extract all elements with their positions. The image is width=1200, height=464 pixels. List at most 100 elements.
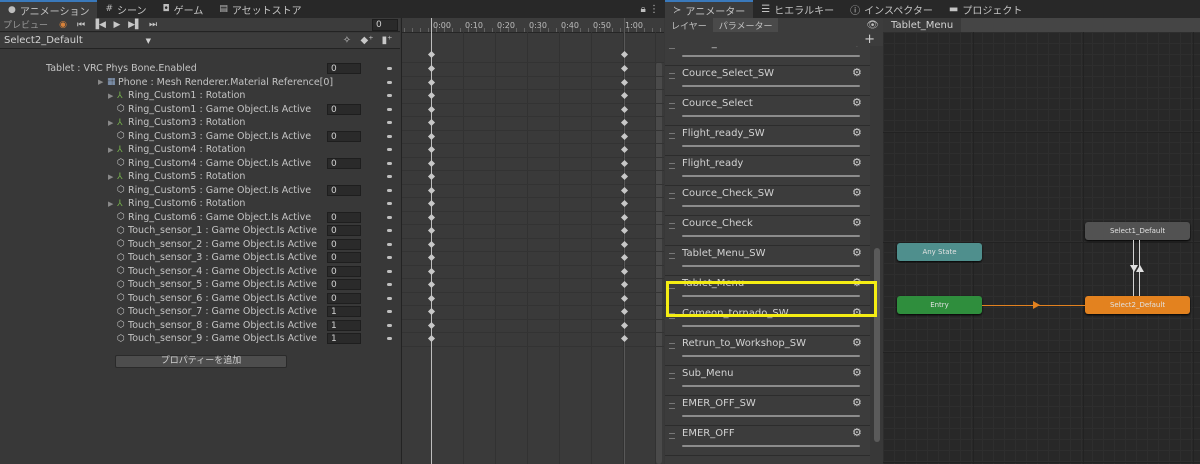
keyframe-options-icon[interactable] [387, 148, 392, 151]
keyframe[interactable] [620, 105, 629, 113]
keyframe[interactable] [427, 280, 436, 289]
tab-animator[interactable]: ≻ アニメーター [665, 0, 754, 18]
property-value-field[interactable]: 0 [327, 252, 361, 263]
keyframe[interactable] [427, 213, 436, 221]
first-frame-icon[interactable]: ⏮ [72, 18, 90, 32]
keyframe-options-icon[interactable] [387, 121, 392, 124]
property-row[interactable]: Tablet : VRC Phys Bone.Enabled [0, 62, 446, 76]
keyframe-options-icon[interactable] [387, 188, 392, 192]
keyframe[interactable] [620, 321, 629, 329]
keyframe-options-icon[interactable] [387, 242, 392, 246]
parameter-value-bar[interactable] [682, 145, 860, 147]
drag-handle-icon[interactable] [669, 103, 675, 109]
expand-arrow-icon[interactable]: ▶ [108, 92, 117, 100]
keyframe[interactable] [427, 172, 436, 181]
parameter-value-bar[interactable] [682, 445, 860, 447]
gear-icon[interactable]: ⚙ [852, 366, 862, 379]
expand-arrow-icon[interactable]: ▶ [108, 173, 117, 181]
drag-handle-icon[interactable] [669, 46, 675, 49]
keyframe-options-icon[interactable] [387, 283, 392, 286]
property-value-field[interactable]: 0 [327, 211, 361, 223]
property-value-field[interactable]: 0 [327, 130, 361, 142]
property-value-field[interactable]: 0 [327, 184, 361, 196]
parameter-value-bar[interactable] [682, 385, 860, 387]
property-value-field[interactable]: 0 [327, 103, 361, 115]
property-value-field[interactable]: 0 [327, 225, 361, 236]
entry-node[interactable]: Entry [897, 296, 982, 314]
keyframe[interactable] [427, 267, 436, 275]
expand-arrow-icon[interactable]: ▶ [108, 119, 117, 127]
keyframe[interactable] [427, 145, 436, 154]
next-frame-icon[interactable]: ▶▌ [126, 18, 144, 32]
any-state-node[interactable]: Any State [897, 243, 982, 261]
parameter-value-bar[interactable] [682, 325, 860, 327]
keyframe[interactable] [427, 50, 436, 59]
keyframe-options-icon[interactable] [387, 215, 392, 219]
tab-layers[interactable]: レイヤー [665, 18, 713, 32]
record-icon[interactable]: ◉ [54, 18, 72, 32]
gear-icon[interactable]: ⚙ [852, 96, 862, 109]
tab-project[interactable]: ▬ プロジェクト [941, 0, 1030, 18]
keyframe-options-icon[interactable] [387, 310, 392, 313]
keyframe-options-icon[interactable] [387, 202, 392, 205]
tab-inspector[interactable]: ⓘ インスペクター [842, 0, 941, 18]
parameter-item[interactable]: EMER_OFF ⚙ [665, 426, 870, 456]
parameter-item[interactable]: Tablet_Menu_SW ⚙ [665, 246, 870, 276]
drag-handle-icon[interactable] [669, 433, 675, 439]
parameter-value-bar[interactable] [682, 175, 860, 177]
breadcrumb-layer[interactable]: Tablet_Menu [883, 18, 962, 32]
keyframe[interactable] [620, 159, 629, 167]
keyframe-options-icon[interactable] [387, 80, 392, 84]
dopesheet-timeline[interactable]: 0:00 0:10 0:20 0:30 0:40 0:50 1:00 [401, 18, 664, 464]
play-icon[interactable]: ▶ [108, 18, 126, 32]
keyframe[interactable] [427, 226, 436, 235]
keyframe-options-icon[interactable] [387, 337, 392, 340]
parameter-value-bar[interactable] [682, 115, 860, 117]
property-value-field[interactable]: 0 [327, 265, 361, 277]
timeline-scrollbar[interactable] [656, 62, 662, 464]
tab-asset-store[interactable]: ▤ アセットストア [211, 0, 309, 18]
add-property-button[interactable]: プロパティーを追加 [115, 355, 287, 368]
drag-handle-icon[interactable] [669, 373, 675, 379]
property-value-field[interactable]: 0 [327, 157, 361, 169]
property-value-field[interactable]: 0 [327, 279, 361, 290]
property-value-field[interactable]: 1 [327, 306, 361, 317]
parameter-value-bar[interactable] [682, 235, 860, 237]
parameter-item[interactable]: Tablet_Touch ⚙ [665, 46, 870, 66]
keyframe-options-icon[interactable] [387, 175, 392, 178]
keyframe[interactable] [427, 307, 436, 316]
add-parameter-button[interactable]: + [864, 32, 875, 47]
expand-arrow-icon[interactable]: ▶ [98, 78, 107, 86]
clip-dropdown[interactable]: Select2_Default ▼ [0, 34, 155, 48]
parameter-scrollbar-thumb[interactable] [874, 248, 880, 442]
eye-icon[interactable]: 👁︎ [862, 20, 883, 31]
tab-hierarchy[interactable]: ☰ ヒエラルキー [753, 0, 842, 18]
keyframe-options-icon[interactable] [387, 323, 392, 327]
keyframe[interactable] [427, 186, 436, 194]
parameter-item[interactable]: Retrun_to_Workshop_SW ⚙ [665, 336, 870, 366]
gear-icon[interactable]: ⚙ [852, 126, 862, 139]
gear-icon[interactable]: ⚙ [852, 156, 862, 169]
keyframe-options-icon[interactable] [387, 269, 392, 273]
gear-icon[interactable]: ⚙ [852, 426, 862, 439]
keyframe-options-icon[interactable] [387, 94, 392, 97]
gear-icon[interactable]: ⚙ [852, 396, 862, 409]
keyframe[interactable] [427, 253, 436, 262]
tab-parameters[interactable]: パラメーター [712, 18, 779, 32]
parameter-item[interactable]: Flight_ready_SW ⚙ [665, 126, 870, 156]
parameter-item[interactable]: Cource_Select ⚙ [665, 96, 870, 126]
parameter-item[interactable]: Sub_Menu ⚙ [665, 366, 870, 396]
keyframe-options-icon[interactable] [387, 296, 392, 300]
add-event-icon[interactable]: ▮⁺ [380, 35, 394, 46]
keyframe-options-icon[interactable] [387, 107, 392, 111]
drag-handle-icon[interactable] [669, 73, 675, 79]
drag-handle-icon[interactable] [669, 253, 675, 259]
parameter-value-bar[interactable] [682, 355, 860, 357]
keyframe-options-icon[interactable] [387, 134, 392, 138]
add-keyframe-icon[interactable]: ✧ [340, 35, 354, 46]
keyframe[interactable] [620, 186, 629, 194]
gear-icon[interactable]: ⚙ [852, 246, 862, 259]
tab-scene[interactable]: # シーン [97, 0, 154, 18]
drag-handle-icon[interactable] [669, 223, 675, 229]
keyframe[interactable] [620, 78, 629, 86]
